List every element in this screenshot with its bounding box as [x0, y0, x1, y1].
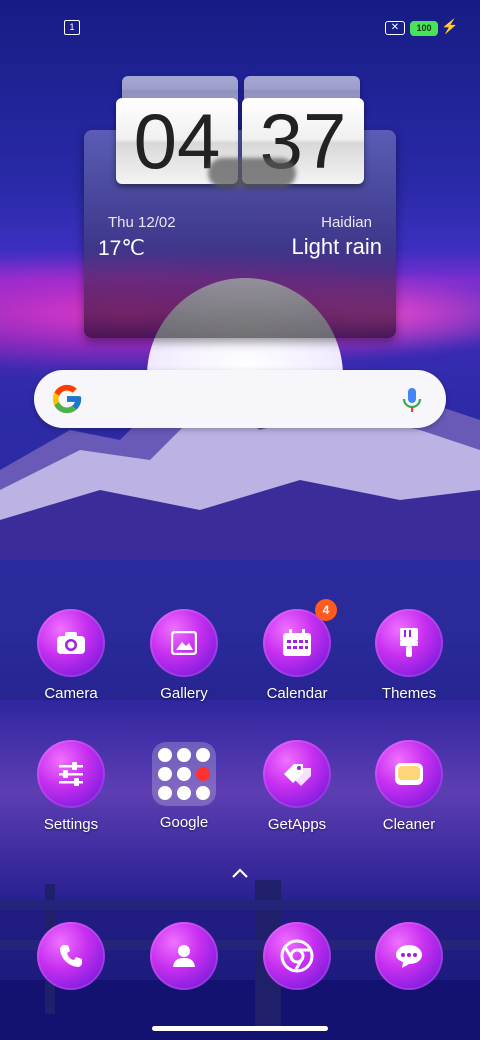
sliders-icon: [37, 740, 105, 808]
widget-condition: Light rain: [291, 234, 382, 259]
paintbrush-icon: [375, 609, 443, 677]
google-g-icon: [52, 384, 82, 414]
app-camera[interactable]: Camera: [23, 609, 119, 702]
app-themes[interactable]: Themes: [361, 609, 457, 702]
google-search-bar[interactable]: [34, 370, 446, 428]
drive-app-icon: [177, 767, 191, 781]
chrome-icon: [263, 922, 331, 990]
no-sim-icon: ✕: [385, 21, 405, 35]
duo-app-icon: [158, 786, 172, 800]
photos-app-icon: [177, 786, 191, 800]
camera-icon: [37, 609, 105, 677]
youtube-app-icon: [158, 767, 172, 781]
gmail-app-icon: [177, 748, 191, 762]
app-label: Settings: [43, 816, 99, 833]
dock-contacts[interactable]: [136, 922, 232, 990]
app-gallery[interactable]: Gallery: [136, 609, 232, 702]
app-label: Calendar: [266, 685, 328, 702]
notification-badge: 4: [315, 599, 337, 621]
sim-1-icon: 1: [64, 20, 80, 35]
status-bar: 1 ✕ 100 ⚡: [0, 0, 480, 56]
app-label: Gallery: [160, 685, 208, 702]
bolt-icon: ⚡: [441, 18, 459, 34]
home-indicator[interactable]: [152, 1026, 328, 1031]
youtube-music-app-icon: [196, 767, 210, 781]
app-google-folder[interactable]: Google: [136, 740, 232, 831]
calendar-icon: 4: [263, 599, 337, 677]
app-label: Camera: [44, 685, 98, 702]
app-label: Themes: [381, 685, 437, 702]
app-cleaner[interactable]: Cleaner: [361, 740, 457, 833]
files-app-icon: [196, 786, 210, 800]
widget-temperature: 17℃: [98, 237, 145, 260]
app-getapps[interactable]: GetApps: [249, 740, 345, 833]
rain-cloud-icon: [208, 158, 296, 188]
widget-date: Thu 12/02: [108, 214, 176, 231]
dock-messages[interactable]: [361, 922, 457, 990]
google-app-icon: [158, 748, 172, 762]
battery-indicator: 100: [410, 21, 438, 36]
contacts-icon: [150, 922, 218, 990]
app-label: Cleaner: [382, 816, 436, 833]
app-calendar[interactable]: 4 Calendar: [249, 599, 345, 702]
dock-phone[interactable]: [23, 922, 119, 990]
chevron-up-icon[interactable]: [232, 868, 248, 878]
image-icon: [150, 609, 218, 677]
widget-city: Haidian: [321, 214, 372, 231]
app-settings[interactable]: Settings: [23, 740, 119, 833]
microphone-icon[interactable]: [400, 386, 424, 414]
phone-icon: [37, 922, 105, 990]
cleaner-icon: [375, 740, 443, 808]
app-label: Google: [159, 814, 209, 831]
tags-icon: [263, 740, 331, 808]
messages-icon: [375, 922, 443, 990]
app-label: GetApps: [267, 816, 327, 833]
folder-icon: [152, 742, 216, 806]
clock-weather-widget[interactable]: 04 37 Thu 12/02 Haidian 17℃ Light rain: [84, 70, 396, 338]
maps-app-icon: [196, 748, 210, 762]
dock-chrome[interactable]: [249, 922, 345, 990]
